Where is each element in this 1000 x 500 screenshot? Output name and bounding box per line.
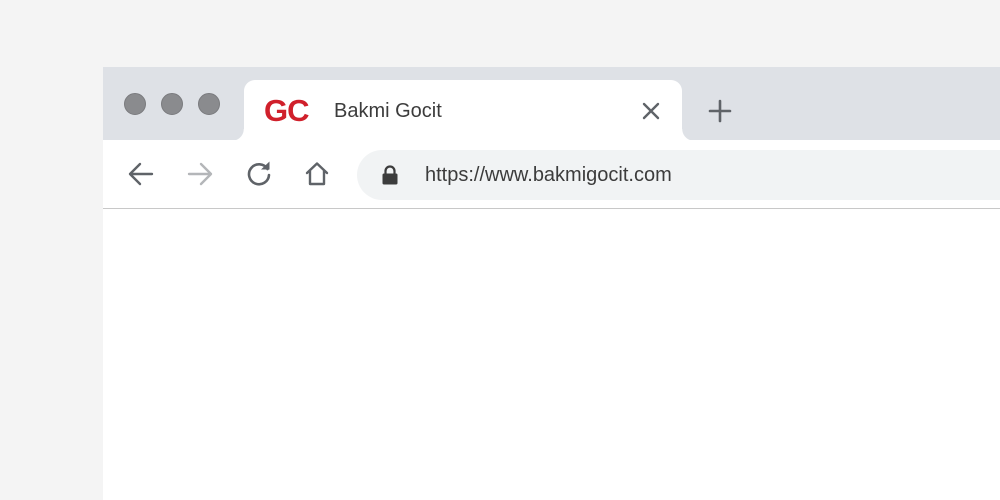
home-icon[interactable] <box>303 160 331 188</box>
close-icon[interactable] <box>640 100 662 122</box>
tab-strip: GC Bakmi Gocit <box>103 67 1000 141</box>
arrow-right-icon[interactable] <box>186 160 214 188</box>
window-minimize-button[interactable] <box>161 93 183 115</box>
reload-icon[interactable] <box>245 160 273 188</box>
favicon-logo: GC <box>264 93 309 128</box>
page-content <box>103 209 1000 500</box>
window-maximize-button[interactable] <box>198 93 220 115</box>
browser-window: GC Bakmi Gocit https://www.bakmigocit.co… <box>103 67 1000 500</box>
browser-toolbar: https://www.bakmigocit.com <box>103 140 1000 209</box>
address-bar[interactable]: https://www.bakmigocit.com <box>357 150 1000 200</box>
lock-icon[interactable] <box>381 165 399 185</box>
plus-icon[interactable] <box>708 99 732 123</box>
active-tab[interactable]: GC Bakmi Gocit <box>232 80 694 141</box>
arrow-left-icon[interactable] <box>127 160 155 188</box>
url-text[interactable]: https://www.bakmigocit.com <box>425 163 672 187</box>
window-close-button[interactable] <box>124 93 146 115</box>
tab-title: Bakmi Gocit <box>334 100 442 122</box>
